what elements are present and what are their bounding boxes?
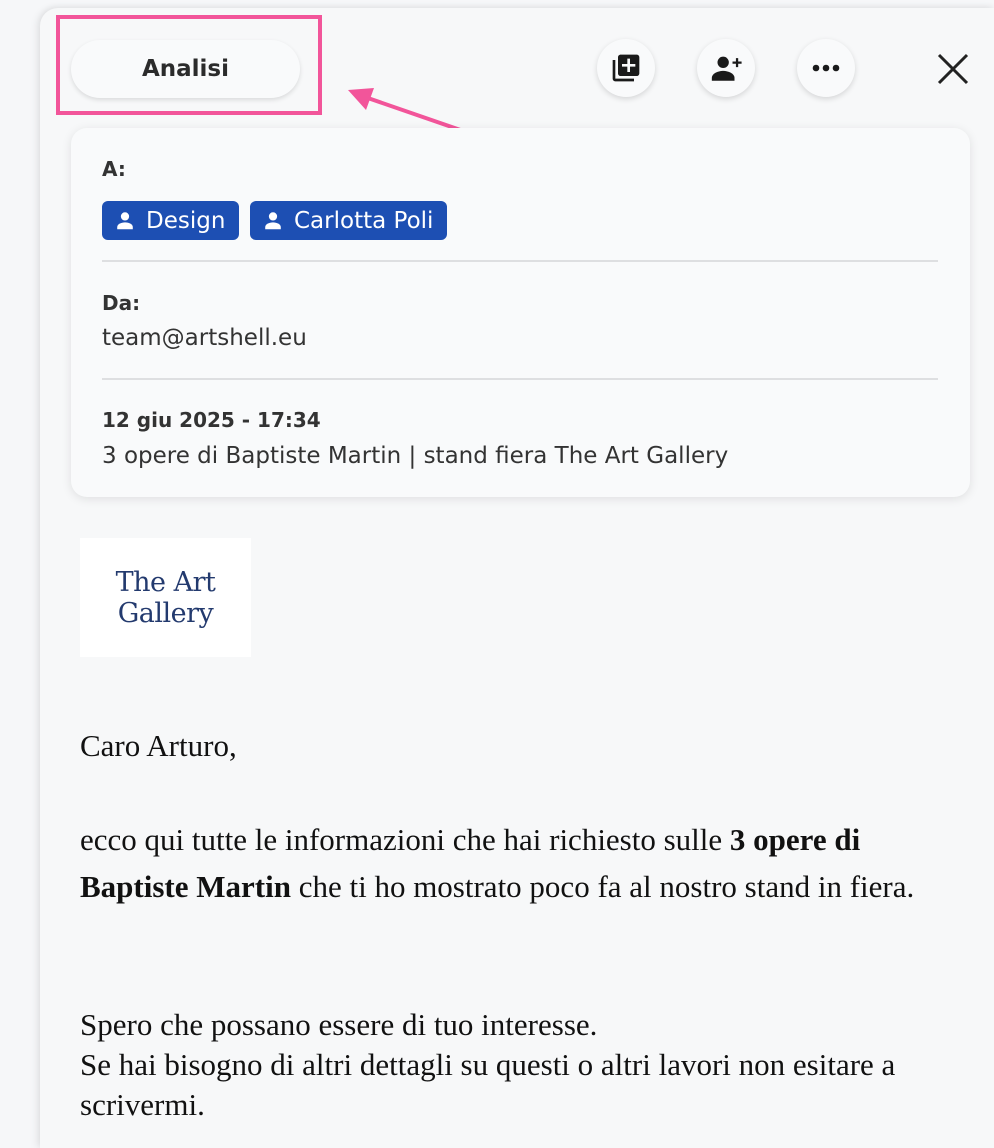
email-date: 12 giu 2025 - 17:34 <box>102 408 321 432</box>
email-subject: 3 opere di Baptiste Martin | stand fiera… <box>102 443 729 469</box>
divider <box>102 378 938 380</box>
email-paragraph-1: ecco qui tutte le informazioni che hai r… <box>80 816 965 910</box>
email-paragraph-2: Spero che possano essere di tuo interess… <box>80 1005 965 1125</box>
gallery-logo: The Art Gallery <box>80 538 251 657</box>
recipient-chip-label: Carlotta Poli <box>294 207 434 234</box>
from-address: team@artshell.eu <box>102 325 307 351</box>
paragraph-text: ecco qui tutte le informazioni che hai r… <box>80 822 730 857</box>
recipient-chip-design[interactable]: Design <box>102 201 240 240</box>
library-add-icon <box>612 54 640 82</box>
close-button[interactable] <box>928 44 978 94</box>
more-options-button[interactable] <box>797 39 855 97</box>
logo-text-line1: The Art <box>115 566 216 598</box>
person-add-icon <box>711 56 742 81</box>
analisi-tab-button[interactable]: Analisi <box>71 40 300 98</box>
to-label: A: <box>102 157 126 181</box>
paragraph-line: Se hai bisogno di altri dettagli su ques… <box>80 1047 896 1122</box>
divider <box>102 260 938 262</box>
from-label: Da: <box>102 291 141 315</box>
email-greeting: Caro Arturo, <box>80 728 237 763</box>
paragraph-text: che ti ho mostrato poco fa al nostro sta… <box>290 869 915 904</box>
analisi-tab-label: Analisi <box>141 56 230 82</box>
add-note-button[interactable] <box>597 39 655 97</box>
more-horizontal-icon <box>812 64 840 72</box>
person-icon <box>265 211 281 229</box>
logo-text-line2: Gallery <box>117 597 214 629</box>
email-header-card: A: Design Carlotta Poli Da: team@artshel… <box>71 128 970 497</box>
person-icon <box>117 211 133 229</box>
recipient-chip-carlotta-poli[interactable]: Carlotta Poli <box>250 201 448 240</box>
recipient-chip-label: Design <box>146 207 226 234</box>
close-icon <box>937 53 969 85</box>
add-person-button[interactable] <box>697 39 755 97</box>
paragraph-line: Spero che possano essere di tuo interess… <box>80 1007 598 1042</box>
